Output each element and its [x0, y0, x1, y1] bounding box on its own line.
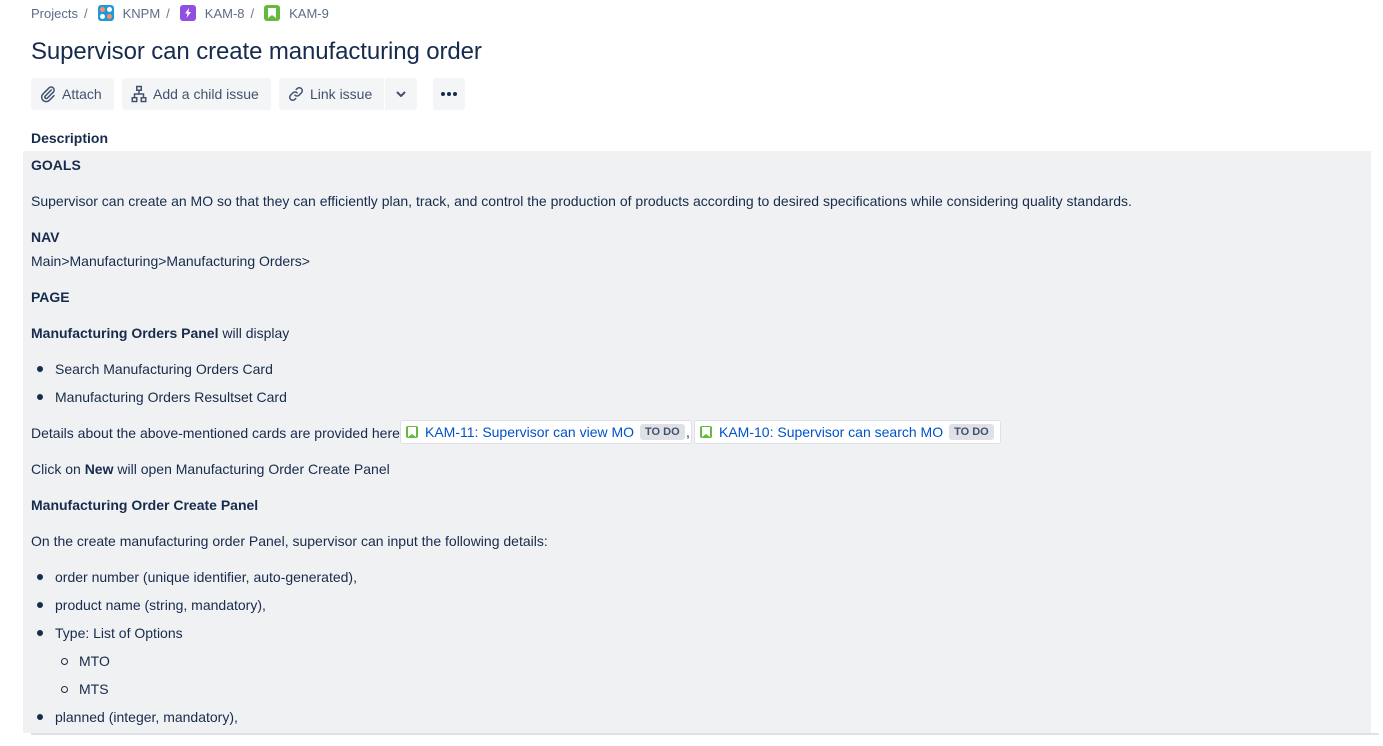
story-icon: [406, 426, 418, 438]
linked-issue-chip-kam-11[interactable]: KAM-11: Supervisor can view MO TO DO: [400, 420, 692, 444]
list-item: order number (unique identifier, auto-ge…: [55, 569, 357, 585]
list-item: planned (integer, mandatory),: [55, 709, 238, 725]
link-icon: [288, 86, 304, 102]
breadcrumb-separator: /: [83, 5, 88, 21]
breadcrumb-project-label[interactable]: KNPM: [123, 6, 161, 21]
description-editor[interactable]: GOALS Supervisor can create an MO so tha…: [23, 151, 1371, 733]
list-item: Type: List of Options: [55, 625, 183, 641]
breadcrumb-separator: /: [166, 5, 170, 21]
list-item: Manufacturing Orders Resultset Card: [55, 389, 287, 405]
sub-bullet-circle: [61, 686, 68, 693]
hierarchy-icon: [131, 85, 147, 103]
breadcrumb-separator: /: [250, 5, 255, 21]
story-icon: [264, 5, 281, 21]
issue-toolbar: Attach Add a child issue Link issue: [31, 78, 465, 110]
description-bottom-border: [31, 733, 1379, 735]
project-avatar-icon: [97, 5, 114, 21]
nav-heading: NAV: [31, 229, 60, 245]
attach-button[interactable]: Attach: [31, 78, 114, 110]
bullet-dot: [37, 366, 43, 372]
panel-display-text: Manufacturing Orders Panel will display: [31, 325, 290, 341]
story-icon: [700, 426, 712, 438]
list-item: Search Manufacturing Orders Card: [55, 361, 273, 377]
breadcrumb-projects[interactable]: Projects /: [31, 6, 95, 21]
breadcrumb: Projects / KNPM / KAM-8 / KAM-9: [31, 4, 329, 22]
issue-page: Projects / KNPM / KAM-8 / KAM-9 Supervis…: [0, 0, 1383, 746]
paperclip-icon: [40, 86, 55, 103]
bullet-dot: [37, 574, 43, 580]
breadcrumb-issue-label[interactable]: KAM-9: [289, 6, 329, 21]
click-new-text: Click on New will open Manufacturing Ord…: [31, 461, 390, 477]
sub-list-item: MTS: [79, 681, 109, 697]
breadcrumb-projects-label[interactable]: Projects: [31, 6, 78, 21]
link-issue-button[interactable]: Link issue: [279, 78, 384, 110]
linked-issue-title[interactable]: KAM-10: Supervisor can search MO: [719, 424, 943, 440]
issue-title[interactable]: Supervisor can create manufacturing orde…: [31, 38, 482, 66]
epic-icon: [179, 5, 196, 21]
bullet-dot: [37, 602, 43, 608]
more-actions-button[interactable]: [433, 78, 465, 110]
more-horizontal-icon: [441, 92, 457, 96]
status-badge: TO DO: [640, 424, 685, 440]
create-panel-heading: Manufacturing Order Create Panel: [31, 497, 259, 513]
description-label: Description: [31, 130, 109, 146]
link-issue-dropdown-button[interactable]: [385, 78, 417, 110]
status-badge: TO DO: [949, 424, 994, 440]
breadcrumb-issue[interactable]: KAM-9: [261, 5, 329, 21]
page-heading: PAGE: [31, 289, 70, 305]
details-text: Details about the above-mentioned cards …: [31, 425, 400, 441]
goals-text: Supervisor can create an MO so that they…: [31, 193, 1132, 209]
bullet-dot: [37, 394, 43, 400]
breadcrumb-project[interactable]: KNPM /: [95, 5, 177, 21]
add-child-issue-label: Add a child issue: [153, 86, 259, 102]
sub-bullet-circle: [61, 658, 68, 665]
comma-separator: ,: [686, 424, 690, 440]
link-issue-label: Link issue: [310, 86, 373, 102]
linked-issue-chip-kam-10[interactable]: KAM-10: Supervisor can search MO TO DO: [694, 420, 1001, 444]
create-panel-intro: On the create manufacturing order Panel,…: [31, 533, 548, 549]
bullet-dot: [37, 714, 43, 720]
list-item: product name (string, mandatory),: [55, 597, 266, 613]
bullet-dot: [37, 630, 43, 636]
chevron-down-icon: [396, 91, 406, 97]
goals-heading: GOALS: [31, 157, 81, 173]
breadcrumb-epic[interactable]: KAM-8 /: [177, 5, 261, 21]
breadcrumb-epic-label[interactable]: KAM-8: [205, 6, 245, 21]
linked-issue-title[interactable]: KAM-11: Supervisor can view MO: [425, 424, 634, 440]
add-child-issue-button[interactable]: Add a child issue: [122, 78, 271, 110]
sub-list-item: MTO: [79, 653, 110, 669]
nav-path-text: Main>Manufacturing>Manufacturing Orders>: [31, 253, 310, 269]
attach-button-label: Attach: [62, 86, 102, 102]
